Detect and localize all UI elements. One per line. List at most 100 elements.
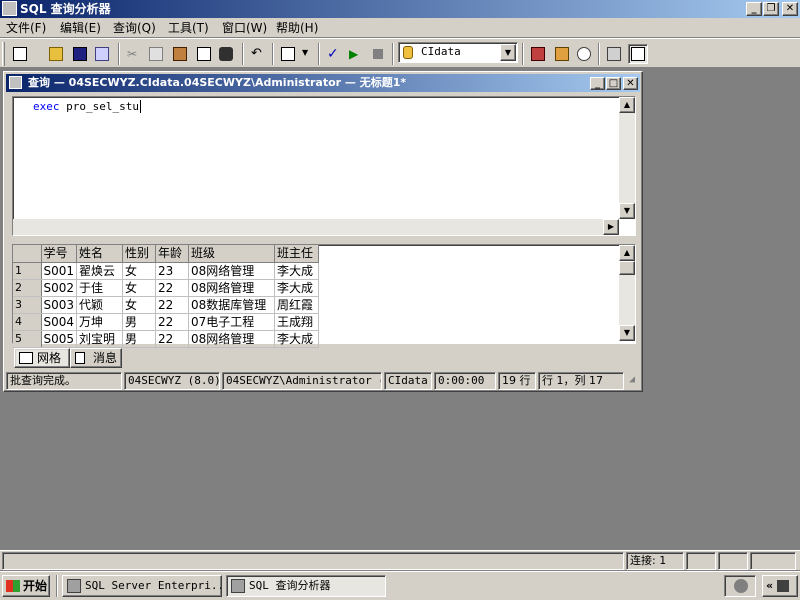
cell[interactable]: 男 xyxy=(122,313,157,331)
cell[interactable]: 李大成 xyxy=(274,262,320,280)
close-button[interactable]: ✕ xyxy=(782,2,798,16)
cell[interactable]: 女 xyxy=(122,279,157,297)
undo-icon[interactable]: ↶ xyxy=(248,44,268,64)
cell[interactable]: 刘宝明 xyxy=(76,330,124,348)
col-header[interactable]: 学号 xyxy=(41,245,78,263)
menu-window[interactable]: 窗口(W) xyxy=(222,20,267,36)
find-icon[interactable] xyxy=(216,44,236,64)
restore-button[interactable]: ❐ xyxy=(763,2,779,16)
results-mode-icon[interactable]: ▼ xyxy=(278,44,312,64)
cell[interactable]: 23 xyxy=(155,262,190,280)
query-code[interactable]: exec pro_sel_stu xyxy=(33,99,141,115)
corner-cell[interactable] xyxy=(13,245,42,263)
col-header[interactable]: 性别 xyxy=(122,245,157,263)
query-editor[interactable]: exec pro_sel_stu ▲ ▼ ▶ xyxy=(12,96,636,236)
cell[interactable]: 女 xyxy=(122,262,157,280)
task-query-analyzer[interactable]: SQL 查询分析器 xyxy=(226,575,386,597)
cell[interactable]: 22 xyxy=(155,313,190,331)
cell[interactable]: 08网络管理 xyxy=(188,279,276,297)
clear-icon[interactable] xyxy=(194,44,214,64)
show-plan-icon[interactable] xyxy=(574,44,594,64)
scroll-up-icon[interactable]: ▲ xyxy=(619,245,635,261)
menu-query[interactable]: 查询(Q) xyxy=(113,20,156,36)
cut-icon[interactable]: ✂ xyxy=(124,44,144,64)
scroll-right-icon[interactable]: ▶ xyxy=(603,219,619,235)
quick-launch-toggle[interactable]: « xyxy=(762,575,798,597)
cell[interactable]: 07电子工程 xyxy=(188,313,276,331)
minimize-button[interactable]: _ xyxy=(746,2,762,16)
table-row[interactable]: 5 S005 刘宝明 男 22 08网络管理 李大成 xyxy=(13,330,320,348)
save-icon[interactable] xyxy=(70,44,90,64)
parse-check-icon[interactable]: ✓ xyxy=(324,44,344,64)
paste-icon[interactable] xyxy=(170,44,190,64)
table-row[interactable]: 1 S001 翟焕云 女 23 08网络管理 李大成 xyxy=(13,262,320,280)
cell[interactable]: S003 xyxy=(41,296,78,314)
row-number[interactable]: 3 xyxy=(13,296,42,314)
cell[interactable]: 22 xyxy=(155,279,190,297)
row-number[interactable]: 2 xyxy=(13,279,42,297)
cell[interactable]: S004 xyxy=(41,313,78,331)
tab-messages[interactable]: 消息 xyxy=(70,348,122,368)
menu-edit[interactable]: 编辑(E) xyxy=(60,20,101,36)
cell[interactable]: S002 xyxy=(41,279,78,297)
cell[interactable]: 李大成 xyxy=(274,279,320,297)
cell[interactable]: 王成翔 xyxy=(274,313,320,331)
col-header[interactable]: 姓名 xyxy=(76,245,124,263)
cell[interactable]: 代颖 xyxy=(76,296,124,314)
options-icon[interactable] xyxy=(604,44,624,64)
object-search-icon[interactable] xyxy=(552,44,572,64)
grid-vscrollbar[interactable]: ▲ ▼ xyxy=(619,245,635,341)
sql-service-tray-icon[interactable] xyxy=(734,579,748,593)
col-header[interactable]: 班级 xyxy=(188,245,276,263)
cell[interactable]: 于佳 xyxy=(76,279,124,297)
menu-tools[interactable]: 工具(T) xyxy=(168,20,209,36)
resize-grip-icon[interactable]: ◢ xyxy=(626,372,640,390)
menu-file[interactable]: 文件(F) xyxy=(6,20,46,36)
cell[interactable]: S001 xyxy=(41,262,78,280)
results-pane-icon[interactable] xyxy=(628,44,648,64)
start-button[interactable]: 开始 xyxy=(2,575,50,597)
table-row[interactable]: 4 S004 万坤 男 22 07电子工程 王成翔 xyxy=(13,313,320,331)
cell[interactable]: 08数据库管理 xyxy=(188,296,276,314)
scroll-thumb[interactable] xyxy=(619,261,635,275)
chevron-down-icon[interactable]: ▼ xyxy=(500,44,516,61)
cell[interactable]: 08网络管理 xyxy=(188,262,276,280)
col-header[interactable]: 班主任 xyxy=(274,245,320,263)
open-icon[interactable] xyxy=(46,44,66,64)
database-select[interactable]: CIdata ▼ xyxy=(398,42,518,63)
cell[interactable]: 万坤 xyxy=(76,313,124,331)
results-grid[interactable]: 学号 姓名 性别 年龄 班级 班主任 1 S001 翟焕云 女 23 08网络管… xyxy=(12,244,636,348)
editor-hscrollbar[interactable]: ▶ xyxy=(13,219,619,235)
cell[interactable]: 男 xyxy=(122,330,157,348)
cell[interactable]: 周红霞 xyxy=(274,296,320,314)
tab-grid[interactable]: 网格 xyxy=(14,348,70,368)
table-row[interactable]: 3 S003 代颖 女 22 08数据库管理 周红霞 xyxy=(13,296,320,314)
row-number[interactable]: 5 xyxy=(13,330,42,348)
task-enterprise-manager[interactable]: SQL Server Enterpri... xyxy=(62,575,222,597)
scroll-up-icon[interactable]: ▲ xyxy=(619,97,635,113)
stop-icon[interactable] xyxy=(368,44,388,64)
row-number[interactable]: 4 xyxy=(13,313,42,331)
query-maximize-button[interactable]: □ xyxy=(606,77,621,90)
query-minimize-button[interactable]: _ xyxy=(590,77,605,90)
query-close-button[interactable]: ✕ xyxy=(623,77,638,90)
cell[interactable]: 女 xyxy=(122,296,157,314)
scroll-down-icon[interactable]: ▼ xyxy=(619,325,635,341)
editor-vscrollbar[interactable]: ▲ ▼ xyxy=(619,97,635,219)
object-browser-icon[interactable] xyxy=(528,44,548,64)
cell[interactable]: 翟焕云 xyxy=(76,262,124,280)
copy-icon[interactable] xyxy=(146,44,166,64)
query-window-title-bar[interactable]: 查询 — 04SECWYZ.CIdata.04SECWYZ\Administra… xyxy=(6,74,640,92)
toolbar-grip[interactable] xyxy=(2,42,5,66)
cell[interactable]: 08网络管理 xyxy=(188,330,276,348)
col-header[interactable]: 年龄 xyxy=(155,245,190,263)
cell[interactable]: 22 xyxy=(155,330,190,348)
new-query-icon[interactable] xyxy=(10,44,30,64)
cell[interactable]: 22 xyxy=(155,296,190,314)
cell[interactable]: 李大成 xyxy=(274,330,320,348)
insert-template-icon[interactable] xyxy=(92,44,112,64)
row-number[interactable]: 1 xyxy=(13,262,42,280)
scroll-down-icon[interactable]: ▼ xyxy=(619,203,635,219)
cell[interactable]: S005 xyxy=(41,330,78,348)
menu-help[interactable]: 帮助(H) xyxy=(276,20,318,36)
